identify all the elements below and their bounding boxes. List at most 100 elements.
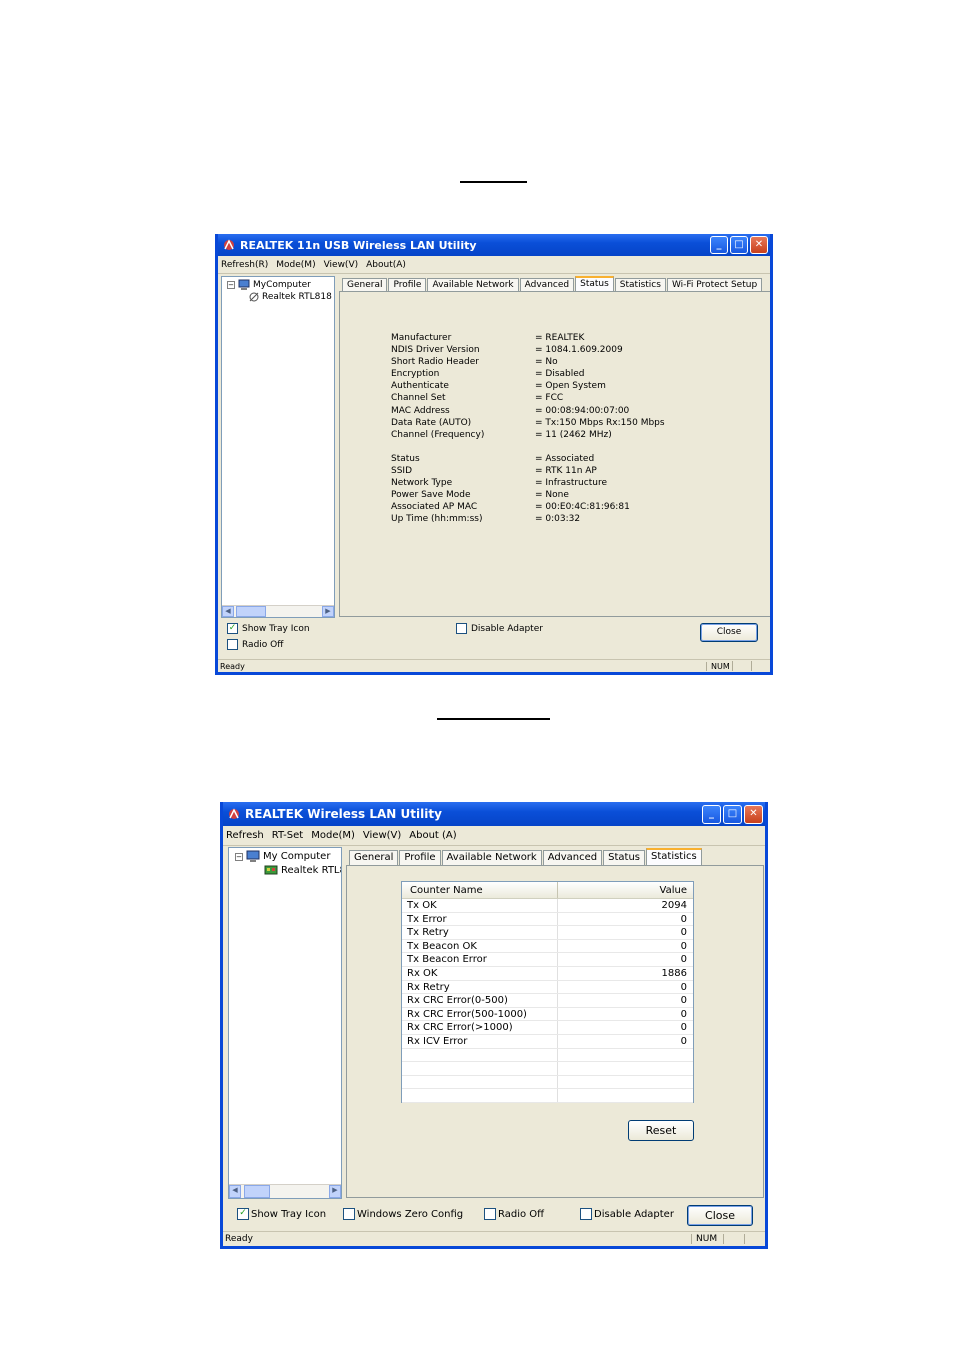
tab-wifi-protect-setup[interactable]: Wi-Fi Protect Setup [666, 278, 763, 292]
table-row[interactable]: Rx CRC Error(>1000) 0 [402, 1021, 693, 1035]
counter-name-cell: Rx CRC Error(500-1000) [402, 1007, 558, 1021]
table-row[interactable] [402, 1089, 693, 1103]
column-header-counter-name[interactable]: Counter Name [402, 882, 558, 898]
collapse-icon[interactable]: − [227, 281, 235, 289]
table-row[interactable]: Tx Beacon OK 0 [402, 939, 693, 954]
status-label: Encryption [391, 369, 440, 380]
menu-refresh[interactable]: Refresh [226, 830, 264, 841]
table-row[interactable]: Rx Retry 0 [402, 980, 693, 995]
status-bar: Ready NUM [218, 659, 770, 672]
tree-item-my-computer[interactable]: − MyComputer [227, 279, 311, 291]
checkmark-icon[interactable]: ✓ [227, 623, 238, 634]
tab-available-network[interactable]: Available Network [427, 278, 519, 292]
table-row[interactable] [402, 1048, 693, 1063]
scroll-thumb[interactable] [236, 606, 266, 617]
tab-advanced[interactable]: Advanced [519, 278, 575, 292]
menu-refresh[interactable]: Refresh(R) [221, 260, 268, 270]
close-icon[interactable]: ✕ [744, 804, 763, 824]
table-row[interactable]: Tx Retry 0 [402, 926, 693, 940]
status-value: = 00:E0:4C:81:96:81 [535, 502, 630, 513]
reset-button[interactable]: Reset [628, 1120, 694, 1141]
tree-horizontal-scrollbar[interactable]: ◀ ▶ [222, 605, 334, 617]
tab-available-network[interactable]: Available Network [441, 850, 542, 866]
minimize-icon[interactable]: _ [702, 804, 721, 824]
close-icon[interactable]: ✕ [750, 236, 768, 254]
radio-off-checkbox[interactable]: Radio Off [484, 1208, 544, 1220]
show-tray-icon-checkbox[interactable]: ✓ Show Tray Icon [227, 623, 310, 634]
radio-off-checkbox[interactable]: Radio Off [227, 639, 283, 650]
tab-statistics[interactable]: Statistics [614, 278, 666, 292]
table-row[interactable]: Rx CRC Error(0-500) 0 [402, 994, 693, 1008]
tab-profile[interactable]: Profile [399, 850, 441, 866]
table-row[interactable]: Tx OK 2094 [402, 899, 693, 913]
status-label: Status [391, 453, 420, 464]
tree-horizontal-scrollbar[interactable]: ◀ ▶ [229, 1184, 341, 1198]
value-cell: 0 [680, 1035, 687, 1047]
close-button[interactable]: Close [700, 623, 758, 642]
scroll-left-icon[interactable]: ◀ [229, 1185, 241, 1198]
status-label: Associated AP MAC [391, 502, 478, 513]
tree-item-adapter[interactable]: Realtek RTL818 [248, 291, 332, 303]
menu-view[interactable]: View(V) [363, 830, 401, 841]
table-row[interactable]: Rx OK 1886 [402, 966, 693, 981]
scroll-right-icon[interactable]: ▶ [322, 606, 334, 617]
status-label: Data Rate (AUTO) [391, 417, 472, 428]
menu-about[interactable]: About (A) [409, 830, 456, 841]
tab-profile[interactable]: Profile [388, 278, 427, 292]
counter-name-cell: Tx Beacon OK [402, 939, 558, 953]
table-row[interactable]: Tx Error 0 [402, 912, 693, 927]
scroll-right-icon[interactable]: ▶ [329, 1185, 341, 1198]
table-row[interactable]: Tx Beacon Error 0 [402, 953, 693, 967]
table-row[interactable]: Rx ICV Error 0 [402, 1034, 693, 1049]
status-value: = None [535, 490, 569, 501]
tab-general[interactable]: General [349, 850, 399, 866]
disable-adapter-checkbox[interactable]: Disable Adapter [580, 1208, 674, 1220]
value-cell: 0 [680, 1008, 687, 1020]
scroll-thumb[interactable] [244, 1185, 270, 1198]
value-cell: 2094 [661, 900, 687, 911]
computer-icon [246, 850, 260, 862]
statistics-table[interactable]: Counter Name Value Tx OK 2094 Tx Error 0 Tx … [401, 881, 694, 1103]
table-row[interactable]: Rx CRC Error(500-1000) 0 [402, 1007, 693, 1022]
tab-status[interactable]: Status [603, 850, 645, 866]
tab-general[interactable]: General [342, 278, 388, 292]
window-title: REALTEK 11n USB Wireless LAN Utility [240, 238, 477, 252]
status-num: NUM [706, 661, 730, 671]
utility-window-status: REALTEK 11n USB Wireless LAN Utility _ □… [215, 234, 773, 675]
status-bar: Ready NUM [223, 1231, 765, 1246]
maximize-icon[interactable]: □ [723, 804, 742, 824]
scroll-left-icon[interactable]: ◀ [222, 606, 234, 617]
menu-about[interactable]: About(A) [366, 260, 406, 270]
show-tray-icon-checkbox[interactable]: ✓ Show Tray Icon [237, 1208, 326, 1220]
table-body: Tx OK 2094 Tx Error 0 Tx Retry 0 Tx Beacon OK 0… [402, 899, 693, 1103]
table-row[interactable] [402, 1062, 693, 1076]
table-row[interactable] [402, 1075, 693, 1090]
collapse-icon[interactable]: − [235, 852, 243, 861]
windows-zero-config-checkbox[interactable]: Windows Zero Config [343, 1208, 463, 1220]
title-bar[interactable]: REALTEK 11n USB Wireless LAN Utility _ □… [218, 234, 770, 256]
menu-mode[interactable]: Mode(M) [311, 830, 355, 841]
device-tree[interactable]: − My Computer Realtek RTL8 ◀ ▶ [228, 847, 342, 1199]
status-value: = Infrastructure [535, 478, 607, 489]
tab-advanced[interactable]: Advanced [542, 850, 603, 866]
device-tree[interactable]: − MyComputer Realtek RTL818 ◀ ▶ [221, 276, 335, 618]
computer-icon [238, 279, 250, 290]
menu-rt-set[interactable]: RT-Set [272, 830, 303, 841]
checkmark-icon[interactable]: ✓ [237, 1208, 249, 1220]
close-button[interactable]: Close [687, 1205, 753, 1226]
menu-bar: Refresh RT-Set Mode(M) View(V) About (A) [223, 826, 765, 846]
menu-mode[interactable]: Mode(M) [276, 260, 315, 270]
menu-view[interactable]: View(V) [324, 260, 359, 270]
status-label: SSID [391, 466, 413, 477]
tree-item-adapter[interactable]: Realtek RTL8 [264, 864, 341, 877]
maximize-icon[interactable]: □ [730, 236, 748, 254]
title-bar[interactable]: REALTEK Wireless LAN Utility _ □ ✕ [223, 802, 765, 826]
column-header-value[interactable]: Value [558, 882, 693, 898]
minimize-icon[interactable]: _ [710, 236, 728, 254]
value-cell [558, 1049, 693, 1062]
counter-name-cell: Rx Retry [402, 980, 558, 994]
tree-item-my-computer[interactable]: − My Computer [235, 850, 330, 863]
status-label: MAC Address [391, 405, 450, 416]
disable-adapter-checkbox[interactable]: Disable Adapter [456, 623, 543, 634]
network-card-icon [264, 865, 278, 875]
